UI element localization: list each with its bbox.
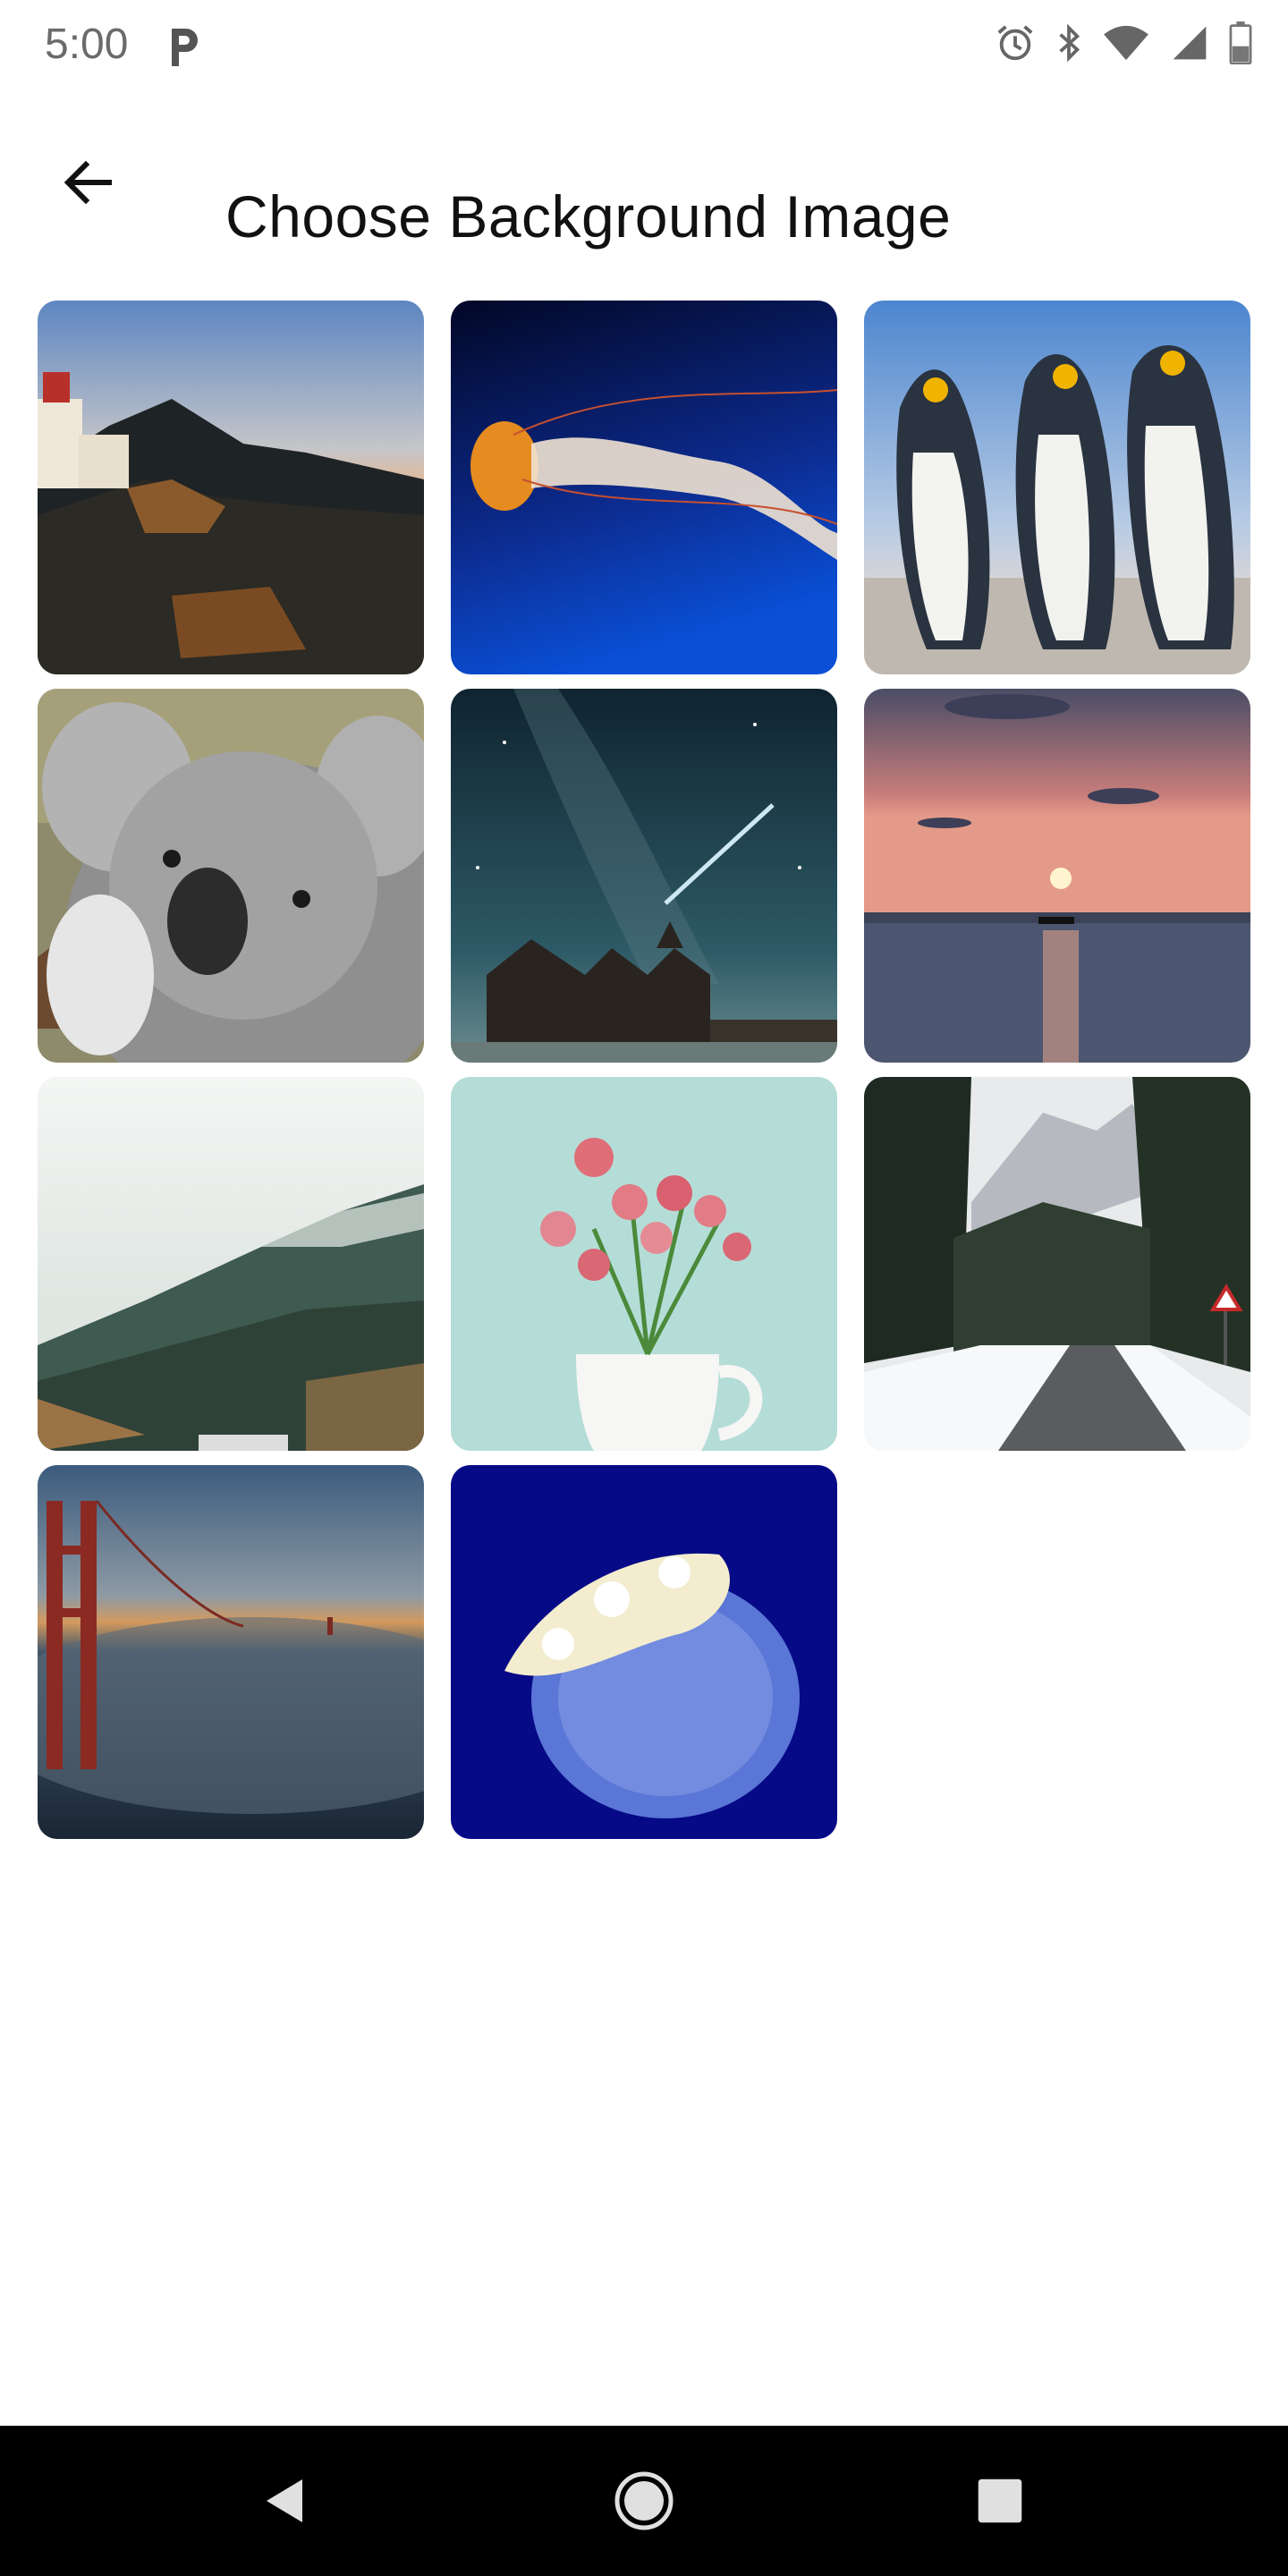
nav-home-icon — [614, 2471, 674, 2530]
nav-back-button[interactable] — [249, 2465, 320, 2537]
image-tile-blue-jellyfish[interactable] — [451, 1465, 837, 1839]
status-time: 5:00 — [45, 21, 129, 68]
image-tile-night-sky[interactable] — [451, 689, 837, 1063]
wifi-icon — [1102, 22, 1150, 68]
system-nav-bar — [0, 2426, 1288, 2576]
image-tile-orange-jellyfish[interactable] — [451, 301, 837, 674]
battery-icon — [1229, 21, 1252, 69]
snowy-road-image — [864, 1077, 1250, 1451]
app-bar: Choose Background Image — [0, 89, 1288, 268]
foggy-mountain-image — [38, 1077, 424, 1451]
page-title: Choose Background Image — [225, 183, 952, 250]
blue-jellyfish-image — [451, 1465, 837, 1839]
orange-jellyfish-image — [451, 301, 837, 674]
image-tile-penguins[interactable] — [864, 301, 1250, 674]
status-icons — [995, 21, 1252, 68]
image-tile-roses[interactable] — [451, 1077, 837, 1451]
parking-icon — [166, 23, 202, 68]
bluetooth-icon — [1055, 22, 1082, 68]
sea-sunset-image — [864, 689, 1250, 1063]
alarm-icon — [995, 22, 1036, 68]
image-tile-lighthouse[interactable] — [38, 301, 424, 674]
image-tile-snowy-road[interactable] — [864, 1077, 1250, 1451]
golden-gate-image — [38, 1465, 424, 1839]
image-tile-sea-sunset[interactable] — [864, 689, 1250, 1063]
signal-icon — [1170, 22, 1209, 68]
nav-recents-button[interactable] — [964, 2465, 1036, 2537]
nav-home-button[interactable] — [608, 2465, 680, 2537]
lighthouse-image — [38, 301, 424, 674]
night-sky-image — [451, 689, 837, 1063]
image-tile-golden-gate[interactable] — [38, 1465, 424, 1839]
nav-recents-icon — [978, 2479, 1022, 2523]
koala-image — [38, 689, 424, 1063]
back-button[interactable] — [45, 140, 131, 225]
status-bar: 5:00 — [0, 0, 1288, 89]
penguins-image — [864, 301, 1250, 674]
arrow-back-icon — [64, 160, 112, 205]
image-tile-foggy-mountain[interactable] — [38, 1077, 424, 1451]
image-tile-koala[interactable] — [38, 689, 424, 1063]
roses-image — [451, 1077, 837, 1451]
nav-back-icon — [267, 2479, 302, 2522]
